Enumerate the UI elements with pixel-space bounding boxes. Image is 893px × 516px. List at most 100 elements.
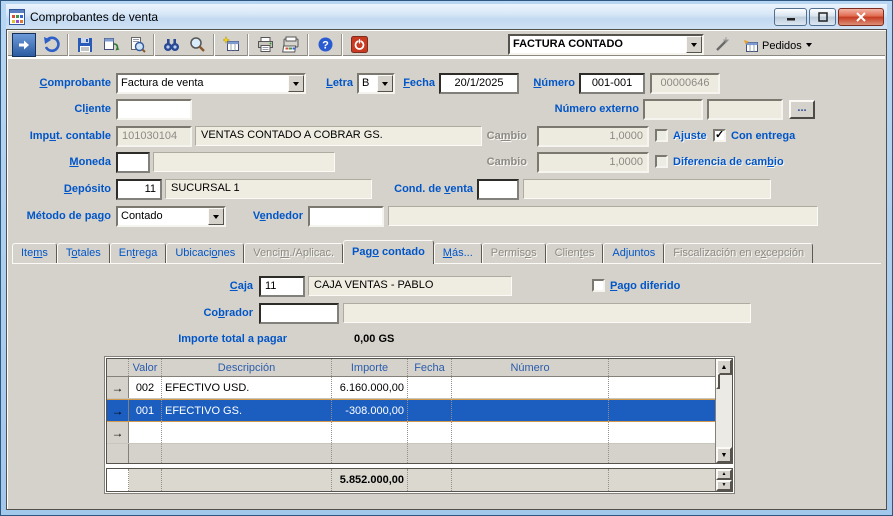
tab-entrega[interactable]: Entrega bbox=[110, 243, 167, 264]
cell-valor[interactable]: 002 bbox=[129, 377, 162, 398]
tab-clientes: Clientes bbox=[546, 243, 604, 264]
footer-spinner[interactable]: ▲ ▼ bbox=[715, 469, 732, 491]
deposito-input[interactable]: 11 bbox=[116, 179, 162, 200]
svg-text:?: ? bbox=[322, 40, 329, 52]
cell-descripcion[interactable]: EFECTIVO USD. bbox=[162, 377, 332, 398]
letra-dropdown-button[interactable] bbox=[377, 75, 393, 92]
tab-ubicaciones[interactable]: Ubicaciones bbox=[166, 243, 244, 264]
metodo-pago-combo[interactable]: Contado bbox=[116, 206, 226, 227]
letra-value[interactable]: B bbox=[359, 75, 377, 92]
save-button[interactable] bbox=[72, 33, 98, 57]
cell-fecha[interactable] bbox=[408, 400, 452, 421]
toolbar-separator bbox=[213, 34, 215, 56]
ajuste-label: Ajuste bbox=[673, 128, 707, 144]
close-button[interactable] bbox=[838, 8, 884, 26]
cell-importe[interactable]: 6.160.000,00 bbox=[332, 377, 408, 398]
grid-header-numero: Número bbox=[452, 359, 609, 376]
cell-importe[interactable] bbox=[332, 422, 408, 443]
undo-button[interactable] bbox=[38, 33, 64, 57]
print-color-button[interactable] bbox=[278, 33, 304, 57]
search-button[interactable] bbox=[184, 33, 210, 57]
cell-valor[interactable]: 001 bbox=[129, 400, 162, 421]
grid-row[interactable]: → 002 EFECTIVO USD. 6.160.000,00 bbox=[107, 377, 715, 399]
help-button[interactable]: ? bbox=[312, 33, 338, 57]
payments-grid: Valor Descripción Importe Fecha Número →… bbox=[104, 356, 735, 494]
vendedor-input[interactable] bbox=[308, 206, 384, 227]
cell-descripcion[interactable] bbox=[162, 422, 332, 443]
numero-externo-input-2 bbox=[707, 99, 783, 120]
pedidos-grid-icon bbox=[743, 39, 758, 54]
comprobante-combo[interactable]: Factura de venta bbox=[116, 73, 306, 94]
cell-numero[interactable] bbox=[452, 400, 609, 421]
tipo-comprobante-combo[interactable]: FACTURA CONTADO bbox=[508, 34, 704, 55]
comprobante-dropdown-button[interactable] bbox=[288, 75, 304, 92]
cell-valor[interactable] bbox=[129, 422, 162, 443]
pedidos-button[interactable]: Pedidos bbox=[739, 35, 816, 57]
client-area: ? FACTURA CONTADO Pedidos Comprobante Fa… bbox=[6, 29, 887, 510]
caja-input[interactable]: 11 bbox=[259, 276, 305, 297]
cliente-input[interactable] bbox=[116, 99, 192, 120]
cambio2-label: Cambio bbox=[437, 152, 527, 173]
metodo-pago-dropdown-button[interactable] bbox=[208, 208, 224, 225]
fecha-label: Fecha bbox=[395, 73, 435, 94]
toolbar-separator bbox=[247, 34, 249, 56]
con-entrega-label: Con entrega bbox=[731, 128, 795, 144]
toolbar-separator bbox=[341, 34, 343, 56]
tab-content-divider bbox=[12, 263, 881, 264]
moneda-input[interactable] bbox=[116, 152, 150, 173]
maximize-button[interactable] bbox=[809, 8, 836, 26]
new-window-button[interactable] bbox=[218, 33, 244, 57]
cobrador-input[interactable] bbox=[259, 303, 339, 324]
print-button[interactable] bbox=[252, 33, 278, 57]
cambio1-input: 1,0000 bbox=[537, 126, 649, 147]
cond-venta-label: Cond. de venta bbox=[385, 179, 473, 200]
tab-totales[interactable]: Totales bbox=[57, 243, 110, 264]
scrollbar-thumb[interactable] bbox=[716, 373, 720, 389]
fecha-input[interactable]: 20/1/2025 bbox=[439, 73, 519, 94]
app-window: Comprobantes de venta ? bbox=[0, 0, 893, 516]
numero-externo-label: Número externo bbox=[541, 99, 639, 120]
scroll-down-button[interactable]: ▼ bbox=[716, 447, 732, 463]
grid-row[interactable]: → bbox=[107, 422, 715, 444]
post-button[interactable] bbox=[12, 33, 36, 57]
exit-button[interactable] bbox=[346, 33, 372, 57]
imputacion-label: Imput. contable bbox=[11, 126, 111, 147]
cell-descripcion[interactable]: EFECTIVO GS. bbox=[162, 400, 332, 421]
metodo-pago-label: Método de pago bbox=[11, 206, 111, 227]
find-button[interactable] bbox=[158, 33, 184, 57]
spinner-up-button[interactable]: ▲ bbox=[716, 469, 732, 480]
tipo-comprobante-dropdown-button[interactable] bbox=[686, 36, 702, 53]
pago-diferido-checkbox[interactable] bbox=[592, 279, 605, 292]
numero-serie-input[interactable]: 001-001 bbox=[579, 73, 645, 94]
minimize-button[interactable] bbox=[774, 8, 807, 26]
diferencia-cambio-label: Diferencia de cambio bbox=[673, 154, 784, 170]
copy-button[interactable] bbox=[98, 33, 124, 57]
metodo-pago-value[interactable]: Contado bbox=[118, 208, 208, 225]
cond-venta-input[interactable] bbox=[477, 179, 519, 200]
cell-importe[interactable]: -308.000,00 bbox=[332, 400, 408, 421]
cell-numero[interactable] bbox=[452, 377, 609, 398]
vertical-scrollbar[interactable]: ▲ ▼ bbox=[715, 359, 732, 463]
con-entrega-checkbox[interactable]: ✓ bbox=[713, 129, 726, 142]
cambio1-label: Cambio bbox=[437, 126, 527, 147]
cobrador-label: Cobrador bbox=[127, 303, 253, 324]
importe-total-value: 0,00 GS bbox=[354, 329, 394, 350]
tab-adjuntos[interactable]: Adjuntos bbox=[603, 243, 664, 264]
cell-fecha[interactable] bbox=[408, 377, 452, 398]
cell-fecha[interactable] bbox=[408, 422, 452, 443]
grid-footer-row: 5.852.000,00 ▲ ▼ bbox=[106, 468, 733, 492]
spinner-down-button[interactable]: ▼ bbox=[716, 480, 732, 491]
tab-mas[interactable]: Más... bbox=[434, 243, 482, 264]
tab-pago-contado[interactable]: Pago contado bbox=[343, 240, 434, 264]
comprobante-value[interactable]: Factura de venta bbox=[118, 75, 288, 92]
tab-items[interactable]: Items bbox=[12, 243, 57, 264]
grid-row[interactable]: → 001 EFECTIVO GS. -308.000,00 bbox=[107, 399, 715, 422]
numero-externo-browse-button[interactable]: ... bbox=[789, 100, 815, 119]
toolbar: ? FACTURA CONTADO Pedidos bbox=[8, 31, 885, 59]
wand-icon[interactable] bbox=[714, 36, 731, 53]
numero-correlativo-input: 00000646 bbox=[650, 73, 720, 94]
print-preview-button[interactable] bbox=[124, 33, 150, 57]
letra-combo[interactable]: B bbox=[357, 73, 395, 94]
cell-numero[interactable] bbox=[452, 422, 609, 443]
tipo-comprobante-value[interactable]: FACTURA CONTADO bbox=[510, 36, 686, 53]
